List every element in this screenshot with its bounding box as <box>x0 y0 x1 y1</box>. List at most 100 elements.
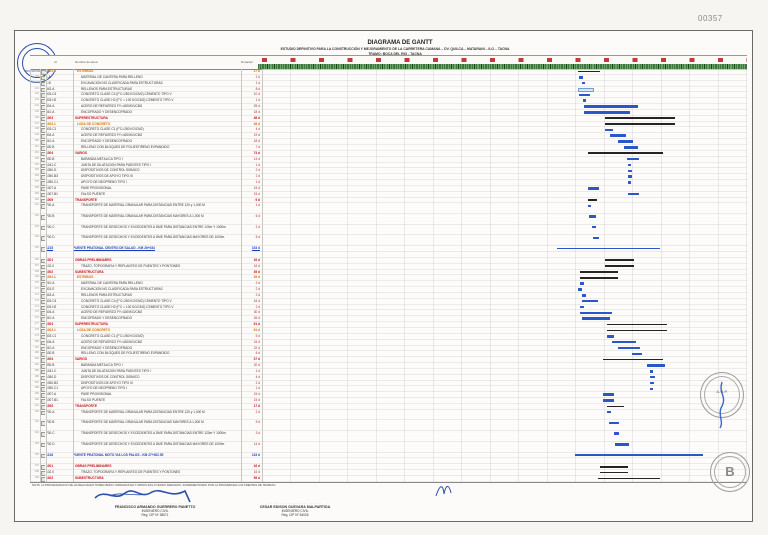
row-number: 151 <box>34 144 39 148</box>
task-duration: 2 d <box>255 304 260 309</box>
gantt-bar <box>582 299 598 303</box>
gantt-bar <box>588 204 591 208</box>
row-indicator-icon <box>41 198 45 204</box>
gantt-bar <box>612 340 636 344</box>
row-number: 160 <box>34 197 39 201</box>
row-number: 167 <box>34 263 39 267</box>
gantt-bar <box>578 87 594 92</box>
row-indicator-icon <box>41 214 45 220</box>
task-duration: 3 d <box>255 431 260 436</box>
row-number: 146 <box>34 115 39 119</box>
timescale-day-band <box>258 63 747 69</box>
row-number: 180 <box>34 339 39 343</box>
gantt-bar <box>580 311 612 315</box>
gantt-bar <box>603 358 663 361</box>
row-indicator-icon <box>41 157 45 163</box>
row-indicator-icon <box>41 381 45 387</box>
task-name: PASE PROVISIONAL <box>81 185 112 190</box>
row-indicator-icon <box>41 69 45 75</box>
task-duration: 27 d <box>253 69 260 73</box>
gantt-bar <box>588 152 663 155</box>
row-indicator-icon <box>41 392 45 398</box>
row-number: 152 <box>34 150 39 154</box>
task-duration: 26 d <box>253 316 260 321</box>
task-id: 700.A <box>46 203 55 208</box>
task-name: APOYO DE NEOPRENO TIPO I <box>81 386 127 391</box>
document-title: DIAGRAMA DE GANTT <box>367 40 433 46</box>
table-row: 195 700.D TRANSPORTE DE DESECHOS Y EXCEDEN… <box>30 442 747 453</box>
stamp-text: A.G.P. <box>716 389 728 394</box>
task-id: 1050.C1 <box>46 180 59 185</box>
task-id: 1041.C <box>46 162 57 167</box>
task-name: CONCRETO CLASE C4 (F'C=280 KG/CM2) CEMEN… <box>81 92 172 97</box>
gantt-bar <box>584 105 638 108</box>
row-indicator-icon <box>41 398 45 404</box>
task-id: 1004 <box>46 357 54 362</box>
row-indicator-icon <box>41 305 45 311</box>
task-duration: 15 d <box>253 392 260 397</box>
gantt-bar <box>579 93 590 97</box>
task-duration: 14 d <box>253 441 260 446</box>
round-stamp-bottom-right: B <box>710 452 750 492</box>
task-id: 102.0 <box>46 470 54 475</box>
task-id: 1005 <box>46 197 54 202</box>
row-number: 138 <box>34 69 39 72</box>
gantt-bar <box>605 123 675 125</box>
row-indicator-icon <box>41 186 45 192</box>
gantt-bar <box>618 140 633 143</box>
task-duration: 24 d <box>253 339 260 344</box>
row-number: 174 <box>34 304 39 308</box>
row-number: 150 <box>34 139 39 143</box>
gantt-bar <box>592 225 596 229</box>
gantt-bar <box>600 471 628 474</box>
stamp-glyph: B <box>725 464 735 479</box>
task-name: LOSA DE CONCRETO <box>77 121 111 126</box>
task-id: 1050.C1 <box>46 386 59 391</box>
row-number: 176 <box>34 316 39 320</box>
row-indicator-icon <box>41 453 45 459</box>
task-name: ACERO DE REFUERZO FY=4200KG/CM2 <box>81 310 143 315</box>
task-name: EXCAVACION NO CLASIFICADA PARA ESTRUCTUR… <box>81 80 163 85</box>
task-id: 1001 <box>46 257 54 262</box>
task-duration: 5 d <box>255 333 260 338</box>
task-name: TRAZO, TOPOGRAFIA Y REPLANTEO DE PUENTES… <box>81 263 181 268</box>
gantt-bar <box>607 329 667 332</box>
task-duration: 1 d <box>255 162 260 167</box>
task-name: SUPERESTRUCTURA <box>75 115 108 120</box>
task-duration: 48 d <box>253 121 260 126</box>
task-id: 510.A <box>46 139 55 144</box>
row-number: 189 <box>34 392 39 396</box>
row-indicator-icon <box>41 275 45 281</box>
row-indicator-icon <box>41 404 45 410</box>
row-indicator-icon <box>41 363 45 369</box>
task-name: ENCOFRADO Y DESENCOFRADO <box>81 139 133 144</box>
task-name: LOSA DE CONCRETO <box>77 327 111 332</box>
task-id: 504.A <box>46 339 55 344</box>
task-name: SUBESTRUCTURA <box>75 475 104 480</box>
row-indicator-icon <box>41 81 45 87</box>
task-name: VARIOS <box>75 357 87 362</box>
gantt-bar <box>627 157 639 161</box>
gantt-bar <box>609 421 619 425</box>
table-row: 162 700.B TRANSPORTE DE MATERIAL GRANULAR … <box>30 214 747 225</box>
row-number: 187 <box>34 380 39 384</box>
row-number: 158 <box>34 185 39 189</box>
row-number: 188 <box>34 386 39 390</box>
row-indicator-icon <box>41 122 45 128</box>
row-indicator-icon <box>41 225 45 231</box>
task-name: RELLENOS PARA ESTRUCTURAS <box>81 86 132 91</box>
task-id: 503.H2 <box>46 98 57 103</box>
column-separator <box>30 69 31 482</box>
row-indicator-icon <box>41 420 45 427</box>
task-id: 1.A <box>46 74 51 79</box>
task-id: 1002 <box>46 269 54 274</box>
gantt-bar <box>598 477 660 480</box>
gantt-bar <box>583 99 586 102</box>
task-name: VARIOS <box>75 150 87 155</box>
task-id: 510.A <box>46 316 55 321</box>
task-name: PUENTE PEATONAL CENTRO DE SALUD - KM 26+… <box>73 246 155 251</box>
row-indicator-icon <box>41 340 45 346</box>
task-id: 501.E <box>46 287 55 292</box>
gantt-bar <box>578 288 582 291</box>
task-id: 1002.1 <box>46 275 56 280</box>
